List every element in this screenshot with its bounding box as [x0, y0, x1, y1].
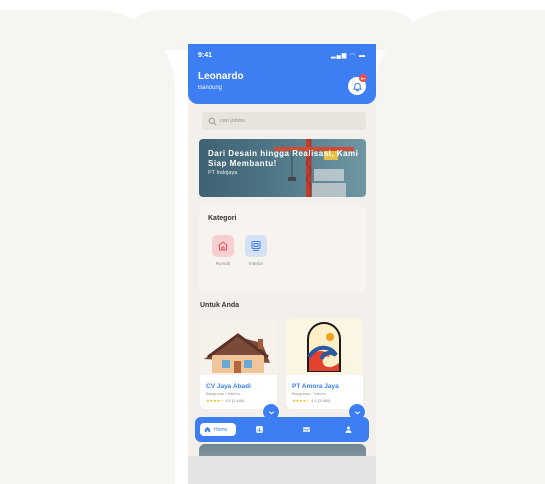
company-rating: ★★★★☆ 4.8 (2.440)	[206, 398, 277, 403]
background-shape-left	[0, 10, 175, 484]
company-card[interactable]: PT Amora Jaya Bangunan / Interior ★★★★☆ …	[286, 319, 363, 409]
app-header: 9:41 ▂▄▆ ◠ ▬ Leonardo Bandung 9+	[188, 44, 376, 104]
chevron-down-icon	[268, 410, 274, 414]
company-category: Bangunan / Interior	[206, 391, 241, 396]
user-name: Leonardo	[198, 71, 244, 82]
rating-stars: ★★★★☆	[292, 398, 310, 403]
status-icons: ▂▄▆ ◠ ▬	[330, 53, 366, 59]
interior-icon	[245, 235, 267, 257]
category-item-rumah[interactable]: Rumah	[208, 235, 238, 266]
home-icon	[204, 426, 211, 433]
profile-icon[interactable]	[344, 425, 353, 434]
category-title: Kategori	[208, 215, 237, 222]
status-time: 9:41	[198, 52, 213, 59]
section-title: Untuk Anda	[200, 302, 240, 309]
notification-button[interactable]: 9+	[348, 74, 367, 95]
company-rating: ★★★★☆ 4.9 (3.960)	[292, 398, 363, 403]
bottom-bar-background	[188, 456, 376, 484]
category-label: Interior	[248, 261, 263, 266]
rating-value: 4.9 (3.960)	[311, 398, 331, 403]
notification-badge: 9+	[359, 74, 367, 82]
inbox-icon[interactable]	[302, 425, 311, 434]
nav-home-button[interactable]: Home	[200, 423, 236, 436]
house-icon	[212, 235, 234, 257]
bottom-navbar: Home	[195, 417, 369, 442]
category-label: Rumah	[215, 261, 231, 266]
rating-value: 4.8 (2.440)	[225, 398, 245, 403]
company-logo-image	[286, 319, 363, 375]
bell-icon	[352, 82, 362, 92]
company-name: PT Amora Jaya	[292, 383, 339, 390]
company-name: CV Jaya Abadi	[206, 383, 251, 390]
phone-screen: 9:41 ▂▄▆ ◠ ▬ Leonardo Bandung 9+ cari jo…	[188, 44, 376, 484]
house-illustration	[200, 319, 277, 375]
background-shape-right	[375, 10, 545, 484]
nav-home-label: Home	[214, 426, 228, 433]
rating-stars: ★★★★☆	[206, 398, 224, 403]
user-city: Bandung	[198, 85, 223, 91]
chevron-down-icon	[354, 410, 360, 414]
search-icon	[208, 117, 217, 125]
banner-title: Dari Desain hingga Realisasi, Kami Siap …	[208, 149, 359, 168]
search-placeholder: cari jobmu	[220, 118, 246, 124]
banner-subtitle: PT Indojaya	[208, 170, 238, 176]
search-input[interactable]: cari jobmu	[202, 112, 366, 130]
chart-icon[interactable]	[255, 425, 264, 434]
company-category: Bangunan / Interior	[292, 391, 327, 396]
category-item-interior[interactable]: Interior	[241, 235, 271, 266]
company-card[interactable]: CV Jaya Abadi Bangunan / Interior ★★★★☆ …	[200, 319, 277, 409]
promo-banner[interactable]: Dari Desain hingga Realisasi, Kami Siap …	[199, 139, 366, 197]
category-card: Kategori Rumah Interior	[199, 206, 366, 292]
